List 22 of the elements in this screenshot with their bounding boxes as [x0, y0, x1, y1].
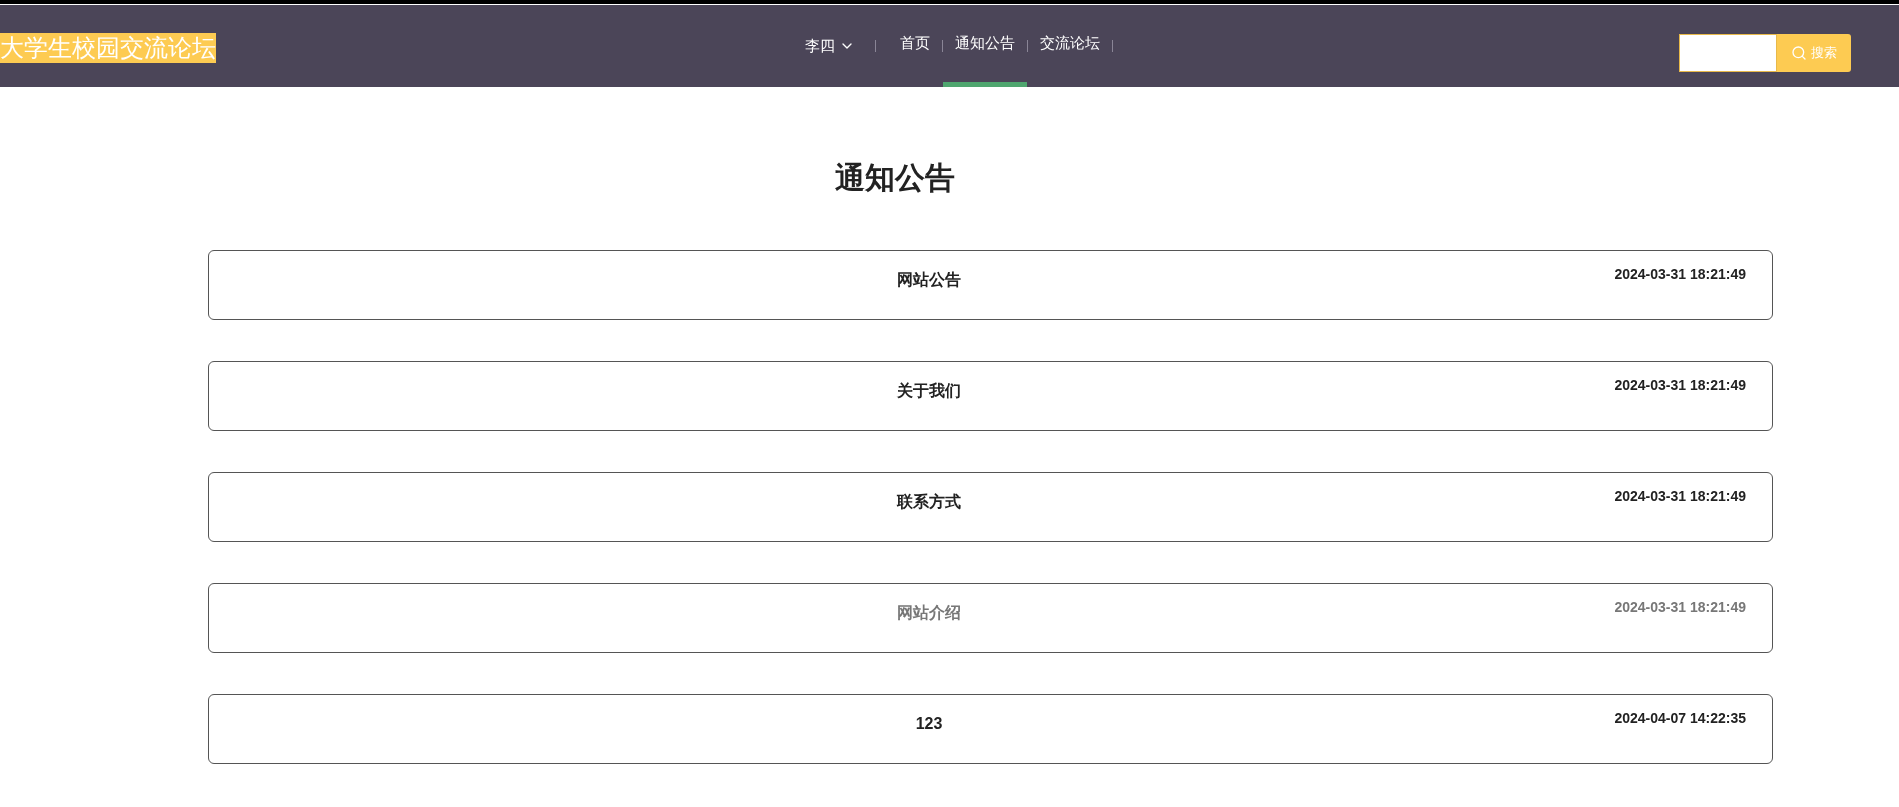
nav-link[interactable]: 通知公告	[943, 5, 1027, 87]
notice-card[interactable]: 123 2024-04-07 14:22:35	[208, 694, 1773, 764]
nav-link[interactable]: 首页	[888, 5, 942, 87]
notice-date: 2024-03-31 18:21:49	[1614, 598, 1746, 617]
notice-title: 网站介绍	[896, 603, 962, 623]
notice-card[interactable]: 关于我们 2024-03-31 18:21:49	[208, 361, 1773, 431]
search-icon	[1791, 45, 1807, 61]
search-field[interactable]	[1679, 34, 1777, 72]
page-title: 通知公告	[833, 160, 956, 196]
notice-date: 2024-04-07 14:22:35	[1614, 709, 1746, 728]
notice-title: 网站公告	[896, 270, 962, 290]
nav-link[interactable]: 交流论坛	[1028, 5, 1112, 87]
notice-card[interactable]: 网站介绍 2024-03-31 18:21:49	[208, 583, 1773, 653]
notice-title: 联系方式	[896, 492, 962, 512]
notice-date: 2024-03-31 18:21:49	[1614, 376, 1746, 395]
notice-title: 关于我们	[896, 381, 962, 401]
notice-title: 123	[914, 714, 944, 734]
notice-card[interactable]: 网站公告 2024-03-31 18:21:49	[208, 250, 1773, 320]
notice-card[interactable]: 联系方式 2024-03-31 18:21:49	[208, 472, 1773, 542]
notice-date: 2024-03-31 18:21:49	[1614, 487, 1746, 506]
user-menu[interactable]: 李四	[805, 34, 855, 58]
notice-date: 2024-03-31 18:21:49	[1614, 265, 1746, 284]
